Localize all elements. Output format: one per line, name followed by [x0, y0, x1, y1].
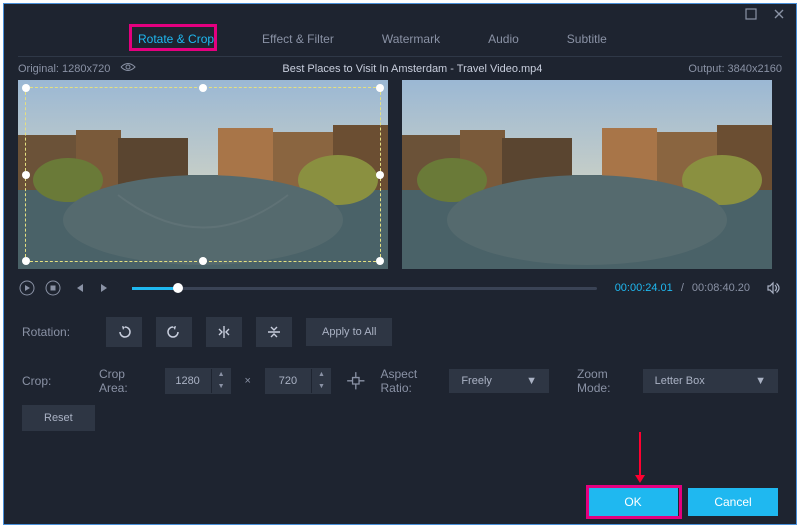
close-icon[interactable] [772, 7, 786, 21]
maximize-icon[interactable] [744, 7, 758, 21]
tab-bar: Rotate & Crop Effect & Filter Watermark … [4, 24, 796, 56]
prev-frame-icon[interactable] [70, 279, 88, 297]
zoom-mode-select[interactable]: Letter Box▼ [643, 369, 778, 393]
play-icon[interactable] [18, 279, 36, 297]
aspect-ratio-label: Aspect Ratio: [380, 367, 443, 395]
zoom-mode-label: Zoom Mode: [577, 367, 637, 395]
filename: Best Places to Visit In Amsterdam - Trav… [136, 63, 688, 75]
tab-audio[interactable]: Audio [464, 24, 543, 56]
seek-knob[interactable] [173, 283, 183, 293]
crop-height-input[interactable]: 720▲▼ [265, 368, 331, 394]
dimension-x: × [245, 375, 251, 387]
next-frame-icon[interactable] [96, 279, 114, 297]
rotate-right-icon[interactable] [156, 317, 192, 347]
rotation-label: Rotation: [22, 325, 92, 339]
time-sep: / [681, 282, 684, 294]
highlight-ok [586, 485, 682, 519]
volume-icon[interactable] [764, 279, 782, 297]
annotation-arrow [639, 432, 641, 480]
original-dimensions: Original: 1280x720 [18, 63, 110, 75]
output-dimensions: Output: 3840x2160 [688, 63, 782, 75]
crop-area-label: Crop Area: [99, 367, 151, 395]
flip-vertical-icon[interactable] [256, 317, 292, 347]
time-total: 00:08:40.20 [692, 282, 750, 294]
flip-horizontal-icon[interactable] [206, 317, 242, 347]
seek-track[interactable] [132, 287, 597, 290]
crop-width-input[interactable]: 1280▲▼ [165, 368, 231, 394]
tab-effect-filter[interactable]: Effect & Filter [238, 24, 358, 56]
crop-label: Crop: [22, 374, 85, 388]
tab-watermark[interactable]: Watermark [358, 24, 464, 56]
tab-subtitle[interactable]: Subtitle [543, 24, 631, 56]
preview-right [402, 80, 772, 269]
eye-icon[interactable] [120, 62, 136, 75]
crop-frame[interactable] [25, 87, 381, 262]
reset-button[interactable]: Reset [22, 405, 95, 431]
aspect-ratio-select[interactable]: Freely▼ [449, 369, 549, 393]
highlight-rotate-crop [129, 24, 217, 51]
time-current: 00:00:24.01 [615, 282, 673, 294]
recenter-icon[interactable] [345, 369, 367, 393]
apply-to-all-button[interactable]: Apply to All [306, 318, 392, 346]
preview-left[interactable] [18, 80, 388, 269]
cancel-button[interactable]: Cancel [688, 488, 778, 516]
stop-icon[interactable] [44, 279, 62, 297]
rotate-left-icon[interactable] [106, 317, 142, 347]
